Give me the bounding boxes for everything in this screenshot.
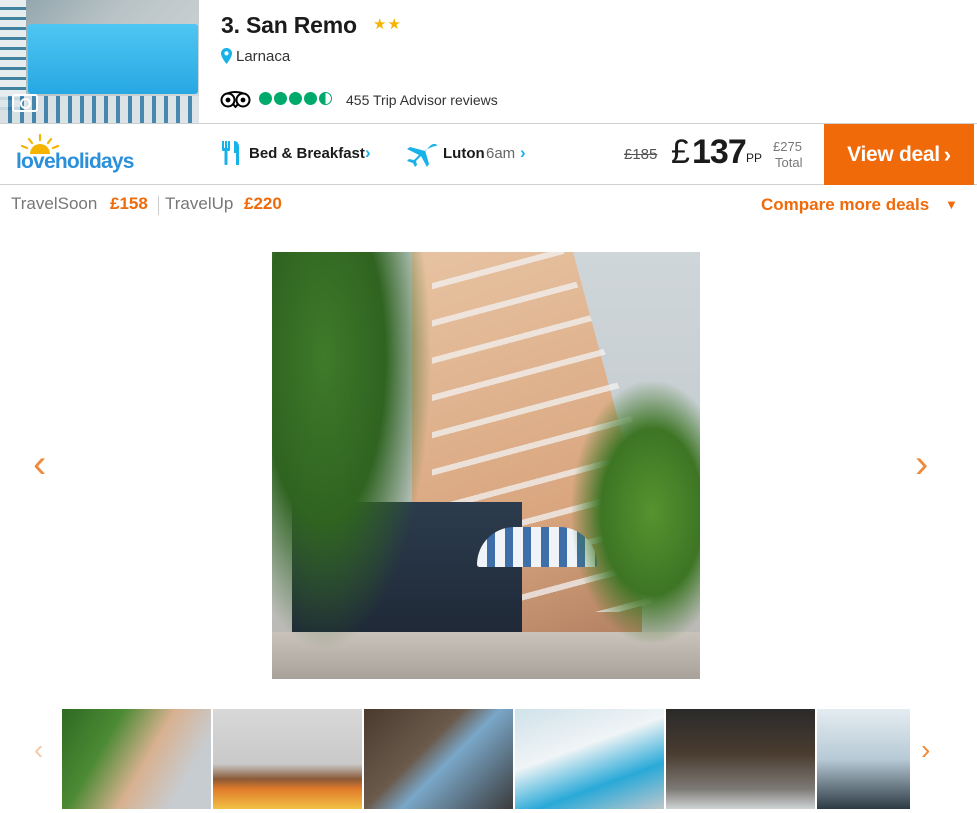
cutlery-icon bbox=[222, 141, 240, 165]
thumbnails-next-arrow-icon[interactable]: › bbox=[921, 736, 930, 764]
divider bbox=[158, 196, 159, 215]
price-currency: £ bbox=[671, 133, 690, 171]
board-chevron-icon[interactable]: › bbox=[365, 143, 371, 163]
gallery-thumbnail[interactable] bbox=[515, 709, 664, 809]
tripadvisor-rating bbox=[259, 92, 332, 105]
hotel-main-thumbnail[interactable] bbox=[0, 0, 199, 123]
tripadvisor-reviews-link[interactable]: 455 Trip Advisor reviews bbox=[346, 92, 498, 108]
gallery-thumbnail[interactable] bbox=[817, 709, 910, 809]
rating-bubble bbox=[304, 92, 317, 105]
provider-logo[interactable]: loveholidays bbox=[16, 150, 134, 174]
star-rating: ★★ bbox=[373, 16, 402, 33]
flight-chevron-icon[interactable]: › bbox=[520, 143, 526, 163]
gallery-thumbnail[interactable] bbox=[62, 709, 211, 809]
rating-bubble-half bbox=[319, 92, 332, 105]
travelsoon-label[interactable]: TravelSoon bbox=[11, 194, 97, 214]
price-unit: PP bbox=[746, 151, 763, 165]
caret-down-icon[interactable]: ▼ bbox=[945, 197, 958, 212]
pool-image-part bbox=[28, 24, 198, 94]
rating-bubble bbox=[289, 92, 302, 105]
travelup-label[interactable]: TravelUp bbox=[165, 194, 233, 214]
total-label: Total bbox=[775, 155, 803, 170]
tree-image-part bbox=[572, 382, 700, 642]
camera-icon bbox=[12, 94, 38, 112]
rating-bubble bbox=[274, 92, 287, 105]
hotel-location: Larnaca bbox=[236, 48, 291, 65]
travelsoon-price[interactable]: £158 bbox=[110, 194, 148, 214]
hotel-title[interactable]: 3. San Remo bbox=[221, 12, 357, 39]
total-price: £275 bbox=[773, 139, 802, 154]
compare-more-deals-link[interactable]: Compare more deals bbox=[761, 195, 929, 215]
thumbnails-prev-arrow-icon[interactable]: ‹ bbox=[34, 736, 43, 764]
travelup-price[interactable]: £220 bbox=[244, 194, 282, 214]
flight-time: 6am bbox=[486, 145, 516, 162]
board-basis[interactable]: Bed & Breakfast bbox=[249, 145, 365, 162]
tree-image-part bbox=[272, 252, 432, 652]
gallery-thumbnail[interactable] bbox=[213, 709, 362, 809]
rating-bubble bbox=[259, 92, 272, 105]
chevron-right-icon: › bbox=[943, 141, 951, 167]
plane-icon bbox=[407, 143, 438, 167]
view-deal-label: View deal bbox=[847, 142, 940, 166]
view-deal-button[interactable]: View deal › bbox=[824, 124, 974, 185]
thumbnail-strip bbox=[62, 709, 911, 809]
gallery-prev-arrow-icon[interactable]: ‹ bbox=[33, 444, 46, 484]
gallery-thumbnail[interactable] bbox=[666, 709, 815, 809]
map-pin-icon bbox=[221, 48, 232, 64]
flight-airport[interactable]: Luton bbox=[443, 145, 485, 162]
gallery-main-image[interactable] bbox=[272, 252, 700, 679]
gallery-thumbnail[interactable] bbox=[364, 709, 513, 809]
tripadvisor-owl-icon bbox=[220, 91, 251, 108]
gallery-next-arrow-icon[interactable]: › bbox=[915, 444, 928, 484]
price-per-person: 137 bbox=[692, 133, 747, 171]
old-price: £185 bbox=[624, 146, 658, 163]
